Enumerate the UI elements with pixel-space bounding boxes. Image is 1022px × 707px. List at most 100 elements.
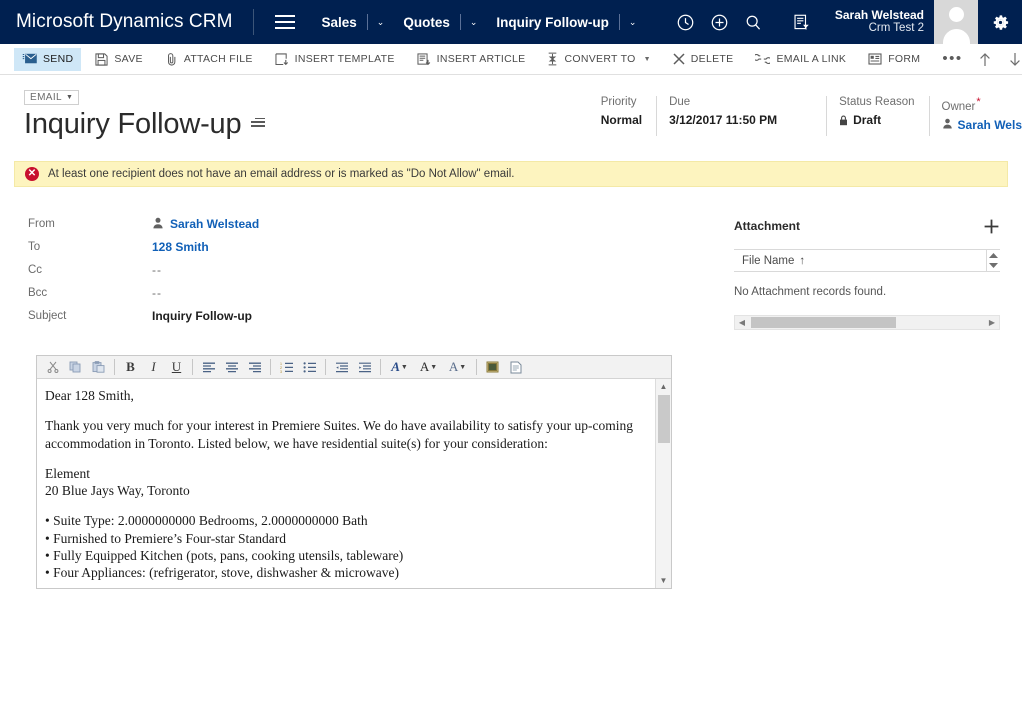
record-header: EMAIL ▼ Inquiry Follow-up Priority Norma…: [0, 75, 1022, 153]
email-field-from[interactable]: From Sarah Welstead: [28, 213, 720, 235]
recent-clock-icon[interactable]: [669, 0, 703, 44]
insert-page-icon[interactable]: [504, 357, 527, 378]
body-line: Element: [45, 465, 90, 481]
command-bar-right-icons: [971, 47, 1022, 71]
nav-item-sales[interactable]: Sales: [312, 15, 367, 30]
attachment-panel: Attachment File Name ↑ No Attachment rec…: [720, 213, 1000, 589]
align-right-icon[interactable]: [243, 357, 266, 378]
email-field-to[interactable]: To 128 Smith: [28, 236, 720, 258]
attachment-horizontal-scrollbar[interactable]: ◀ ▶: [734, 315, 1000, 330]
delete-button[interactable]: DELETE: [665, 48, 742, 71]
subject-value: Inquiry Follow-up: [152, 309, 252, 323]
align-center-icon[interactable]: [220, 357, 243, 378]
hamburger-icon[interactable]: [268, 7, 302, 37]
advanced-find-icon[interactable]: [785, 0, 819, 44]
record-spinner-icon[interactable]: [986, 250, 1000, 271]
next-record-down-icon[interactable]: [1001, 47, 1022, 71]
scroll-thumb[interactable]: [751, 317, 896, 328]
bold-icon[interactable]: B: [119, 357, 142, 378]
lock-icon: [839, 115, 848, 126]
nav-item-quotes[interactable]: Quotes: [393, 15, 460, 30]
email-body-text[interactable]: Dear 128 Smith, Thank you very much for …: [37, 379, 655, 588]
search-icon[interactable]: [737, 0, 771, 44]
toolbar-separator: [114, 359, 115, 375]
attachment-column-header[interactable]: File Name ↑: [742, 255, 805, 267]
scroll-thumb[interactable]: [658, 395, 670, 443]
editor-body[interactable]: Dear 128 Smith, Thank you very much for …: [37, 379, 671, 588]
header-field-due[interactable]: Due 3/12/2017 11:50 PM: [656, 96, 826, 136]
required-asterisk: *: [976, 96, 981, 108]
chevron-down-icon[interactable]: ▼: [430, 364, 437, 371]
header-field-priority[interactable]: Priority Normal: [589, 96, 656, 136]
send-button[interactable]: SEND: [14, 47, 82, 71]
command-overflow-button[interactable]: •••: [934, 51, 970, 66]
scroll-left-arrow[interactable]: ◀: [735, 316, 749, 329]
email-field-cc[interactable]: Cc --: [28, 259, 720, 281]
chevron-down-icon[interactable]: ⌄: [620, 17, 646, 27]
scroll-down-arrow[interactable]: ▼: [656, 573, 672, 588]
scroll-track[interactable]: [749, 316, 985, 329]
text-color-icon[interactable]: A ▼: [385, 357, 414, 378]
scroll-up-arrow[interactable]: ▲: [656, 379, 672, 394]
attachment-title: Attachment: [734, 219, 801, 233]
underline-icon[interactable]: U: [165, 357, 188, 378]
body-line: • Four Appliances: (refrigerator, stove,…: [45, 565, 399, 581]
font-family-icon[interactable]: A ▼: [443, 357, 472, 378]
avatar[interactable]: [934, 0, 978, 44]
email-body-editor[interactable]: B I U 1 2 3 A ▼ A ▼ A ▼ Dear 128 Smith, …: [36, 355, 672, 589]
chevron-down-icon[interactable]: ⌄: [368, 17, 394, 27]
send-button-label: SEND: [43, 53, 74, 65]
email-field-bcc[interactable]: Bcc --: [28, 282, 720, 304]
italic-icon[interactable]: I: [142, 357, 165, 378]
avatar-head: [948, 7, 964, 22]
convert-to-button[interactable]: CONVERT TO ▼: [539, 48, 658, 71]
user-info[interactable]: Sarah Welstead Crm Test 2: [819, 8, 934, 36]
insert-template-icon: [275, 52, 289, 66]
body-line: • Fully Equipped Kitchen (pots, pans, co…: [45, 547, 404, 563]
form-button[interactable]: FORM: [860, 48, 928, 71]
header-field-value: Sarah Wels: [957, 117, 1022, 132]
toolbar-separator: [476, 359, 477, 375]
body-blank-line: [45, 499, 645, 512]
user-name: Sarah Welstead: [834, 8, 924, 23]
to-recipient-link[interactable]: 128 Smith: [152, 240, 209, 254]
decrease-indent-icon[interactable]: [330, 357, 353, 378]
email-a-link-button[interactable]: EMAIL A LINK: [747, 48, 854, 71]
header-field-owner[interactable]: Owner* Sarah Wels: [928, 96, 1022, 136]
insert-image-icon[interactable]: [481, 357, 504, 378]
insert-article-button[interactable]: INSERT ARTICLE: [409, 48, 534, 71]
paste-icon[interactable]: [87, 357, 110, 378]
align-left-icon[interactable]: [197, 357, 220, 378]
chevron-down-icon[interactable]: ▼: [459, 364, 466, 371]
form-body: From Sarah Welstead To 128 Smith Cc -- B…: [0, 187, 1022, 589]
numbered-list-icon[interactable]: 1 2 3: [275, 357, 298, 378]
bulleted-list-icon[interactable]: [298, 357, 321, 378]
chevron-down-icon[interactable]: ▼: [401, 364, 408, 371]
insert-template-button-label: INSERT TEMPLATE: [294, 53, 395, 65]
increase-indent-icon[interactable]: [353, 357, 376, 378]
font-size-icon[interactable]: A ▼: [414, 357, 443, 378]
gear-icon[interactable]: [978, 0, 1022, 44]
add-plus-icon[interactable]: [983, 218, 1000, 235]
header-field-value-row[interactable]: Sarah Wels: [942, 118, 1022, 132]
svg-text:3: 3: [280, 370, 282, 373]
body-blank-line: [45, 452, 645, 465]
chevron-down-icon[interactable]: ⌄: [461, 17, 487, 27]
previous-record-up-icon[interactable]: [971, 47, 999, 71]
save-button[interactable]: SAVE: [87, 48, 150, 71]
entity-type-selector[interactable]: EMAIL ▼: [24, 90, 80, 105]
record-set-menu-icon[interactable]: [251, 117, 266, 127]
copy-icon[interactable]: [64, 357, 87, 378]
scroll-right-arrow[interactable]: ▶: [985, 316, 999, 329]
email-field-subject[interactable]: Subject Inquiry Follow-up: [28, 305, 720, 327]
insert-template-button[interactable]: INSERT TEMPLATE: [267, 48, 403, 71]
chevron-down-icon[interactable]: ▼: [644, 56, 651, 63]
from-recipient-link[interactable]: Sarah Welstead: [170, 217, 259, 231]
cut-icon[interactable]: [41, 357, 64, 378]
quick-create-plus-icon[interactable]: [703, 0, 737, 44]
sort-ascending-icon: ↑: [799, 254, 806, 267]
editor-vertical-scrollbar[interactable]: ▲ ▼: [655, 379, 671, 588]
attach-file-button[interactable]: ATTACH FILE: [157, 48, 261, 71]
nav-item-inquiry-follow-up[interactable]: Inquiry Follow-up: [486, 15, 618, 30]
send-mail-icon: [22, 53, 37, 65]
